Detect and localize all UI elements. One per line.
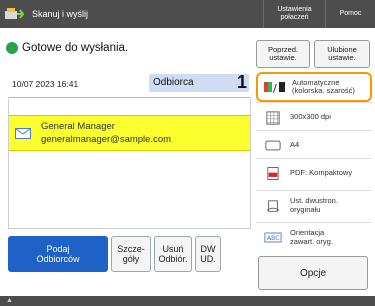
previous-settings-button[interactable]: Poprzed. ustawie. [256,40,310,68]
destination-email: generalmanager@sample.com [41,134,172,145]
divider [8,97,251,98]
duplex-original-label: Ust. dwustron. oryginału [290,196,338,214]
status-line: Gotowe do wysłania. [6,40,128,56]
orientation-icon: ABC [262,229,284,247]
favorite-settings-button[interactable]: Ulubione ustawie. [314,40,370,68]
options-button[interactable]: Opcje [258,256,368,290]
status-text: Gotowe do wysłania. [22,42,129,54]
datetime: 10/07 2023 16:41 [12,79,79,89]
resolution-setting[interactable]: 300x300 dpi [256,102,372,132]
help-button[interactable]: Pomoc [325,0,375,28]
scan-send-icon [5,8,24,19]
destination-list: General Manager generalmanager@sample.co… [8,99,251,229]
status-ok-icon [6,42,18,54]
envelope-icon [15,128,31,139]
file-format-icon [262,165,284,183]
resolution-label: 300x300 dpi [290,112,331,122]
bottom-bar: ▲ [0,296,375,306]
cc-bcc-button[interactable]: DW UD. [195,236,221,272]
paper-size-label: A4 [290,140,300,150]
orientation-setting[interactable]: ABC Orientacja zawart. oryg. [256,222,372,252]
destination-row[interactable]: General Manager generalmanager@sample.co… [9,115,250,151]
orientation-label: Orientacja zawart. oryg. [290,228,333,246]
duplex-original-setting[interactable]: Ust. dwustron. oryginału [256,190,372,220]
connection-settings-button[interactable]: Ustawienia połaczeń [263,0,325,28]
destination-name: General Manager [41,121,115,132]
scan-and-send-button[interactable]: Skanuj i wyślij [4,3,204,25]
duplex-original-icon [262,197,284,215]
color-mode-icon: / [264,78,286,96]
status-monitor-icon[interactable]: ▲ [6,297,13,304]
paper-size-icon [262,137,284,155]
file-format-setting[interactable]: PDF: Kompaktowy [256,158,372,188]
destination-header: Odbiorca 1 [149,72,249,92]
color-mode-label: Automatyczne (kolorska. szarość) [292,77,355,95]
delete-destination-button[interactable]: Usuń Odbiór. [154,236,192,272]
svg-text:ABC: ABC [267,235,281,242]
destination-count: 1 [236,72,247,92]
color-mode-setting[interactable]: / Automatyczne (kolorska. szarość) [256,72,372,102]
specify-destinations-button[interactable]: Podaj Odbiorców [8,236,108,272]
details-button[interactable]: Szcze- góły [111,236,151,272]
destination-header-label: Odbiorca [153,77,194,88]
paper-size-setting[interactable]: A4 [256,130,372,160]
top-bar: Skanuj i wyślij Ustawienia połaczeń Pomo… [0,0,375,28]
scan-and-send-label: Skanuj i wyślij [32,9,89,19]
resolution-icon [262,109,284,127]
svg-text:/: / [273,82,277,94]
file-format-label: PDF: Kompaktowy [290,168,353,178]
